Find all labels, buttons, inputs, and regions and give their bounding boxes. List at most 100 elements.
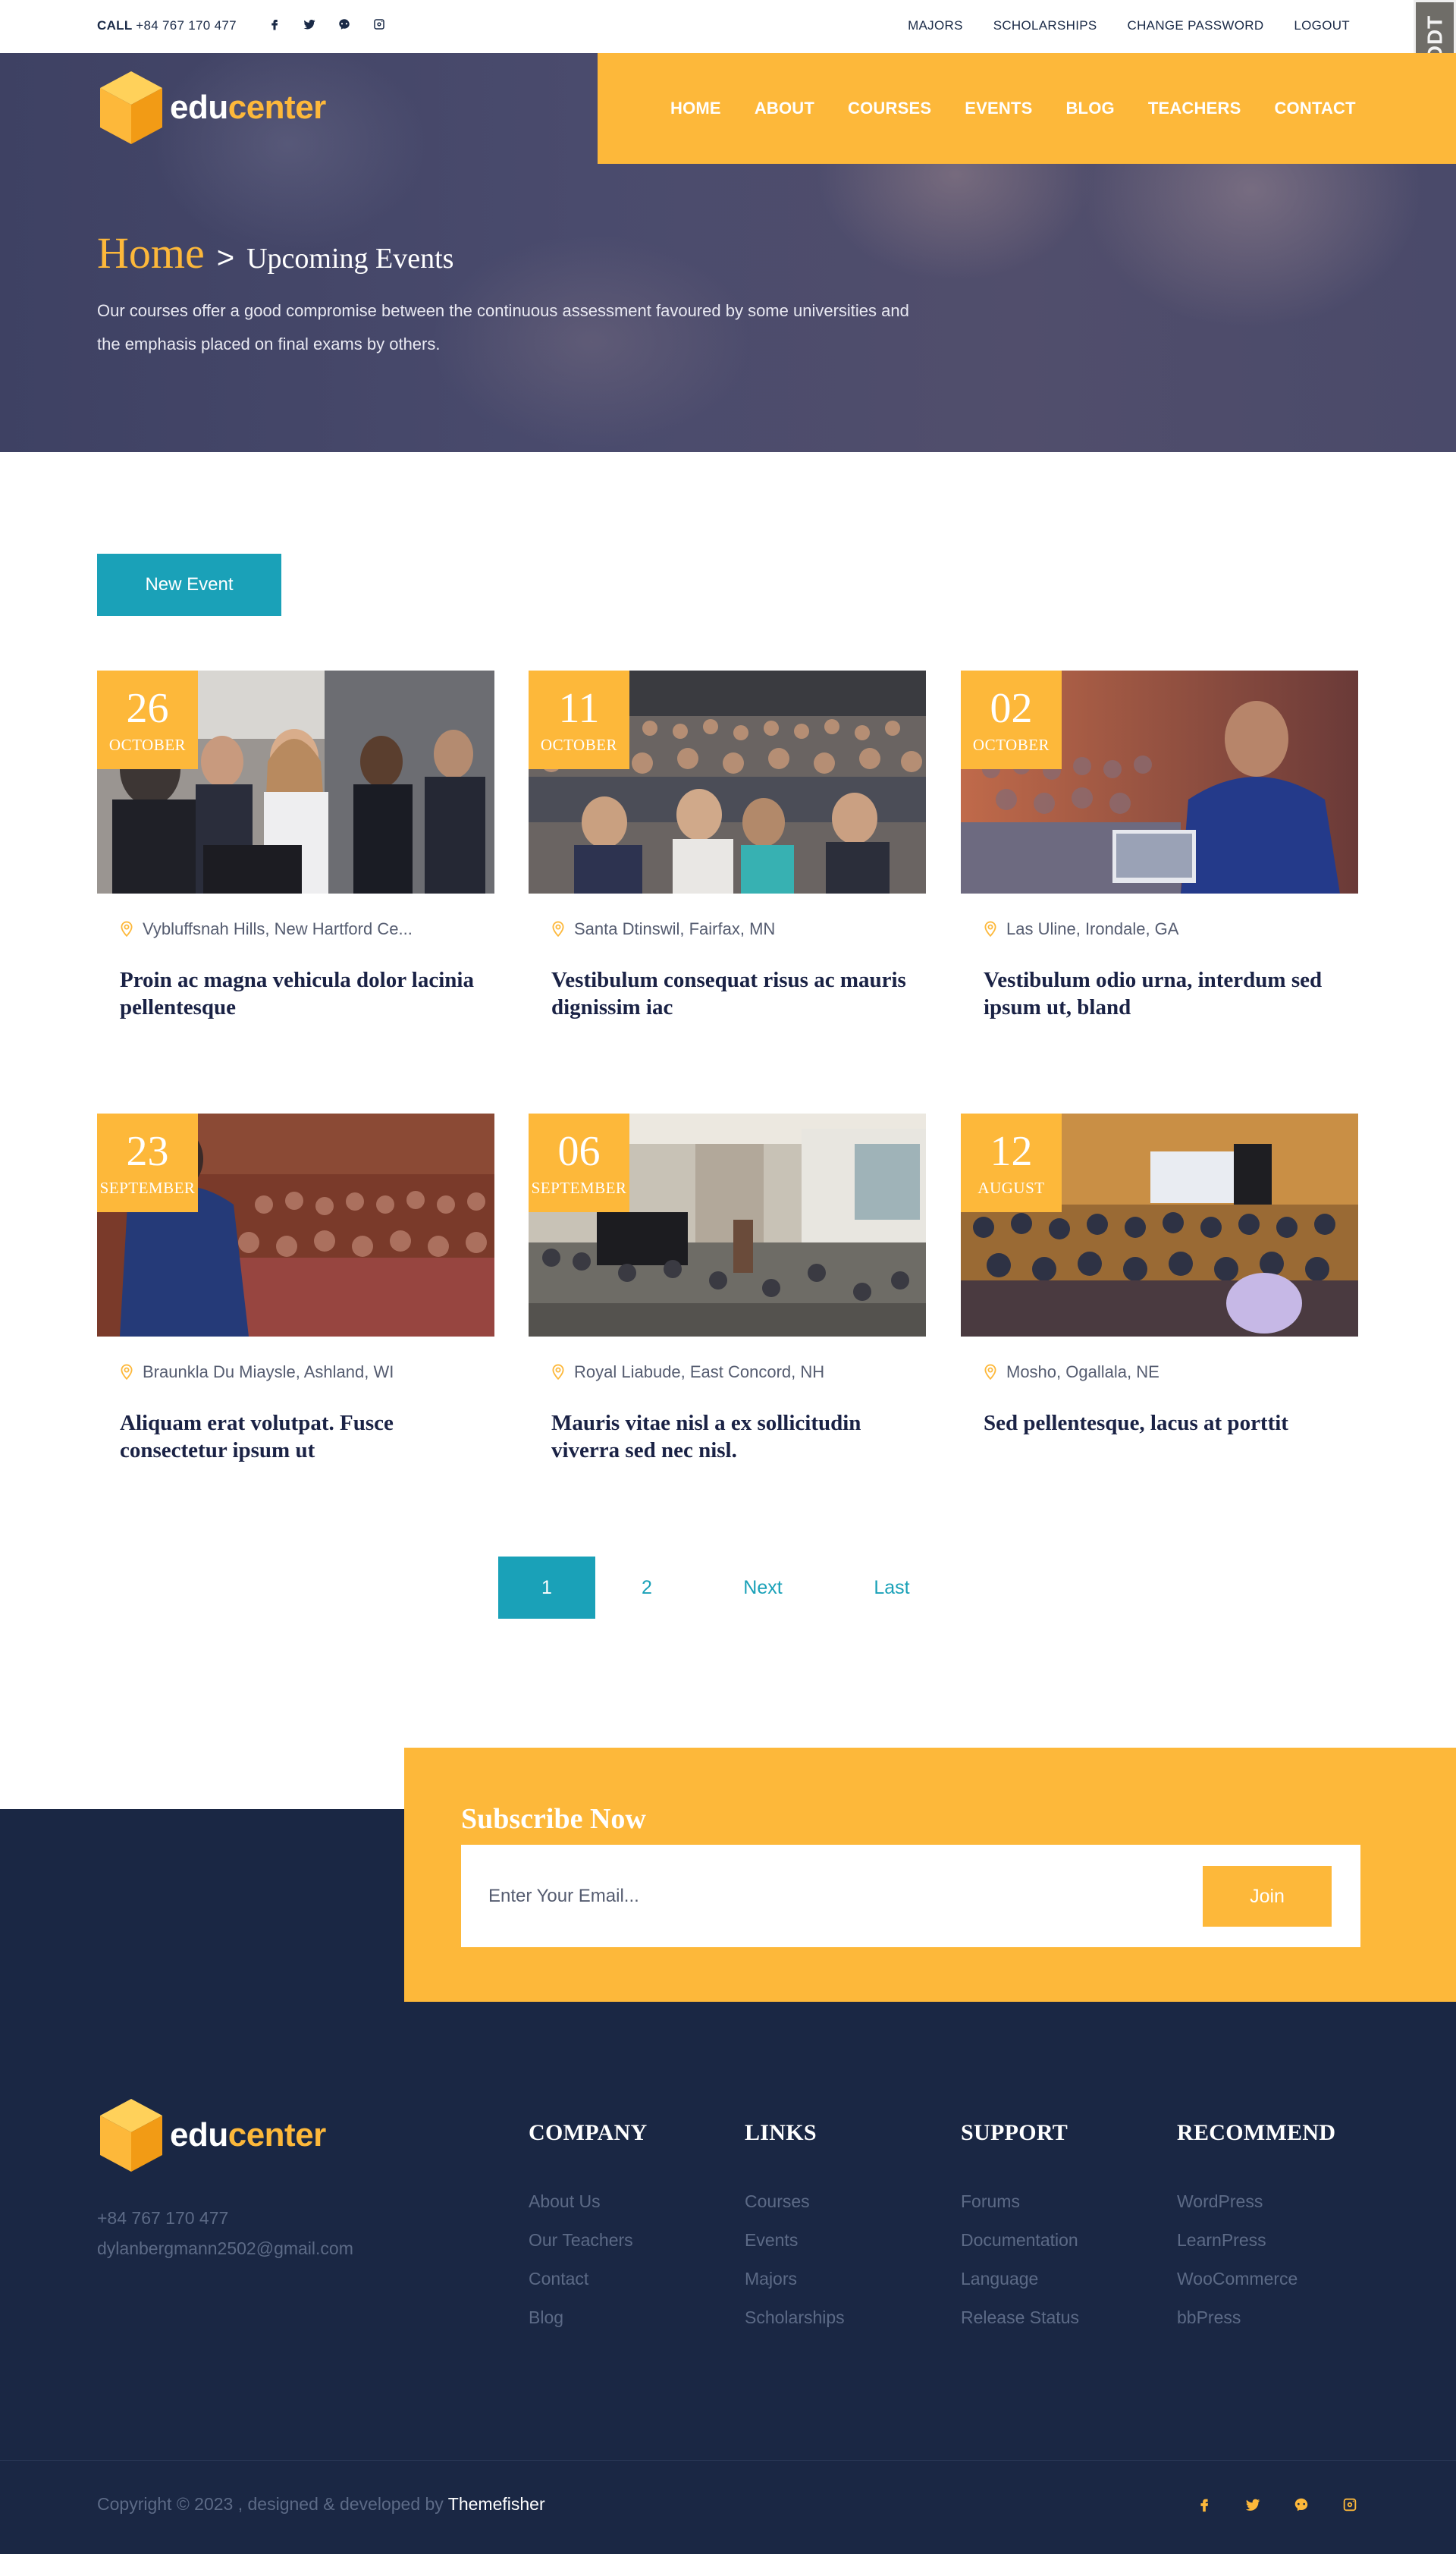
event-card[interactable]: 12 AUGUST Mosho, Ogallala, NE Sed pellen… xyxy=(961,1114,1358,1508)
join-button[interactable]: Join xyxy=(1203,1866,1332,1927)
nav-teachers[interactable]: TEACHERS xyxy=(1148,99,1241,118)
email-input[interactable] xyxy=(488,1877,1156,1916)
event-location: Mosho, Ogallala, NE xyxy=(984,1362,1159,1382)
event-location: Las Uline, Irondale, GA xyxy=(984,919,1178,939)
copyright-text: Copyright © 2023 , designed & developed … xyxy=(97,2494,444,2514)
twitter-icon[interactable] xyxy=(1244,2494,1262,2515)
page-2-button[interactable]: 2 xyxy=(595,1557,698,1619)
footer-link[interactable]: Blog xyxy=(529,2298,648,2337)
top-links: MAJORS SCHOLARSHIPS CHANGE PASSWORD LOGO… xyxy=(908,18,1350,33)
footer-link[interactable]: Contact xyxy=(529,2260,648,2298)
event-title[interactable]: Mauris vitae nisl a ex sollicitudin vive… xyxy=(551,1409,908,1464)
breadcrumb-current: Upcoming Events xyxy=(246,243,454,275)
event-location-text: Vybluffsnah Hills, New Hartford Ce... xyxy=(143,919,413,938)
copyright-brand-link[interactable]: Themefisher xyxy=(448,2494,545,2514)
footer-link[interactable]: Majors xyxy=(745,2260,845,2298)
event-title[interactable]: Proin ac magna vehicula dolor lacinia pe… xyxy=(120,966,476,1021)
event-location: Santa Dtinswil, Fairfax, MN xyxy=(551,919,775,939)
hero-banner: educenter HOME ABOUT COURSES EVENTS BLOG… xyxy=(0,53,1456,452)
footer-column-recommend: RECOMMEND WordPress LearnPress WooCommer… xyxy=(1177,2120,1335,2337)
footer-column-support: SUPPORT Forums Documentation Language Re… xyxy=(961,2120,1079,2337)
logo-word-center: center xyxy=(228,2116,327,2153)
event-month: OCTOBER xyxy=(972,736,1050,754)
top-link-change-password[interactable]: CHANGE PASSWORD xyxy=(1128,18,1264,33)
footer-heading: COMPANY xyxy=(529,2120,648,2145)
instagram-icon[interactable] xyxy=(372,15,387,33)
event-location-text: Las Uline, Irondale, GA xyxy=(1006,919,1179,938)
logo-word-center: center xyxy=(228,89,327,126)
event-title[interactable]: Vestibulum odio urna, interdum sed ipsum… xyxy=(984,966,1340,1021)
event-card[interactable]: 02 OCTOBER Las Uline, Irondale, GA Vesti… xyxy=(961,671,1358,1065)
nav-events[interactable]: EVENTS xyxy=(965,99,1032,118)
facebook-icon[interactable] xyxy=(267,15,282,33)
event-card[interactable]: 11 OCTOBER Santa Dtinswil, Fairfax, MN V… xyxy=(529,671,926,1065)
map-pin-icon xyxy=(121,1364,133,1381)
footer-logo[interactable]: educenter xyxy=(97,2097,326,2173)
event-day: 11 xyxy=(558,685,600,732)
logo-wordmark: educenter xyxy=(170,2116,326,2154)
instagram-icon[interactable] xyxy=(1341,2494,1359,2515)
top-link-majors[interactable]: MAJORS xyxy=(908,18,963,33)
nav-blog[interactable]: BLOG xyxy=(1065,99,1114,118)
logo-wordmark: educenter xyxy=(170,89,326,127)
footer-link[interactable]: bbPress xyxy=(1177,2298,1335,2337)
footer-link[interactable]: LearnPress xyxy=(1177,2221,1335,2260)
github-icon[interactable] xyxy=(1292,2494,1310,2515)
footer-heading: SUPPORT xyxy=(961,2120,1068,2145)
event-month: SEPTEMBER xyxy=(531,1179,627,1197)
map-pin-icon xyxy=(552,921,564,938)
logo-word-edu: edu xyxy=(170,89,228,126)
event-day: 23 xyxy=(126,1128,169,1175)
event-title[interactable]: Aliquam erat volutpat. Fusce consectetur… xyxy=(120,1409,476,1464)
subscribe-heading: Subscribe Now xyxy=(461,1803,646,1835)
event-card[interactable]: 26 OCTOBER Vybluffsnah Hills, New Hartfo… xyxy=(97,671,494,1065)
subscribe-panel: Subscribe Now Join xyxy=(404,1748,1456,2002)
footer-heading: LINKS xyxy=(745,2120,817,2145)
top-link-logout[interactable]: LOGOUT xyxy=(1294,18,1350,33)
next-page-button[interactable]: Next xyxy=(698,1557,827,1619)
event-month: OCTOBER xyxy=(540,736,618,754)
page-1-button[interactable]: 1 xyxy=(498,1557,595,1619)
event-date-badge: 06 SEPTEMBER xyxy=(529,1114,629,1212)
event-location-text: Mosho, Ogallala, NE xyxy=(1006,1362,1159,1381)
nav-about[interactable]: ABOUT xyxy=(755,99,814,118)
facebook-icon[interactable] xyxy=(1195,2494,1213,2515)
nav-contact[interactable]: CONTACT xyxy=(1274,99,1355,118)
top-link-scholarships[interactable]: SCHOLARSHIPS xyxy=(993,18,1097,33)
event-day: 06 xyxy=(557,1128,601,1175)
footer-heading: RECOMMEND xyxy=(1177,2120,1336,2145)
footer-contact: +84 767 170 477 dylanbergmann2502@gmail.… xyxy=(97,2203,353,2263)
footer-email[interactable]: dylanbergmann2502@gmail.com xyxy=(97,2233,353,2263)
footer-link[interactable]: Events xyxy=(745,2221,845,2260)
footer-link[interactable]: About Us xyxy=(529,2182,648,2221)
event-month: OCTOBER xyxy=(108,736,187,754)
event-title[interactable]: Vestibulum consequat risus ac mauris dig… xyxy=(551,966,908,1021)
footer-link[interactable]: Language xyxy=(961,2260,1079,2298)
event-card[interactable]: 23 SEPTEMBER Braunkla Du Miaysle, Ashlan… xyxy=(97,1114,494,1508)
nav-home[interactable]: HOME xyxy=(670,99,721,118)
footer-link[interactable]: Documentation xyxy=(961,2221,1079,2260)
footer-link[interactable]: Scholarships xyxy=(745,2298,845,2337)
github-icon[interactable] xyxy=(337,15,352,33)
event-month: AUGUST xyxy=(977,1179,1045,1197)
footer-column-links: LINKS Courses Events Majors Scholarships xyxy=(745,2120,845,2337)
footer-link[interactable]: Forums xyxy=(961,2182,1079,2221)
footer-phone[interactable]: +84 767 170 477 xyxy=(97,2203,353,2233)
event-day: 02 xyxy=(990,685,1033,732)
nav-courses[interactable]: COURSES xyxy=(848,99,931,118)
footer-link[interactable]: WordPress xyxy=(1177,2182,1335,2221)
site-logo[interactable]: educenter xyxy=(97,70,326,146)
footer-divider xyxy=(0,2460,1456,2461)
breadcrumb-home[interactable]: Home xyxy=(97,228,205,278)
footer-link[interactable]: Courses xyxy=(745,2182,845,2221)
event-location: Royal Liabude, East Concord, NH xyxy=(551,1362,824,1382)
last-page-button[interactable]: Last xyxy=(827,1557,956,1619)
footer-link[interactable]: Release Status xyxy=(961,2298,1079,2337)
footer-link[interactable]: WooCommerce xyxy=(1177,2260,1335,2298)
pagination: 1 2 Next Last xyxy=(498,1557,956,1619)
event-card[interactable]: 06 SEPTEMBER Royal Liabude, East Concord… xyxy=(529,1114,926,1508)
twitter-icon[interactable] xyxy=(302,15,317,33)
footer-link[interactable]: Our Teachers xyxy=(529,2221,648,2260)
event-title[interactable]: Sed pellentesque, lacus at porttit xyxy=(984,1409,1340,1437)
new-event-button[interactable]: New Event xyxy=(97,554,281,616)
